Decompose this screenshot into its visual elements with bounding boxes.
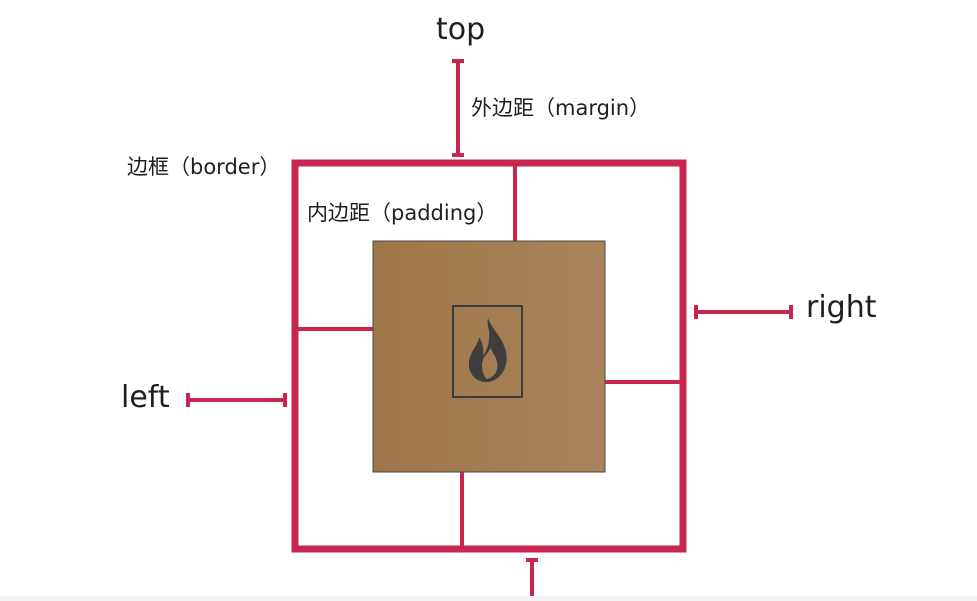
margin-label: 外边距（margin） [471, 96, 651, 120]
bottom-divider [0, 596, 977, 601]
left-label: left [121, 380, 170, 415]
right-label: right [806, 290, 877, 325]
border-label: 边框（border） [127, 155, 281, 179]
box-model-diagram: top 外边距（margin） 边框（border） 内边距（padding） … [0, 0, 977, 601]
padding-label: 内边距（padding） [307, 201, 498, 225]
content-box [372, 240, 606, 473]
top-label: top [436, 12, 486, 47]
